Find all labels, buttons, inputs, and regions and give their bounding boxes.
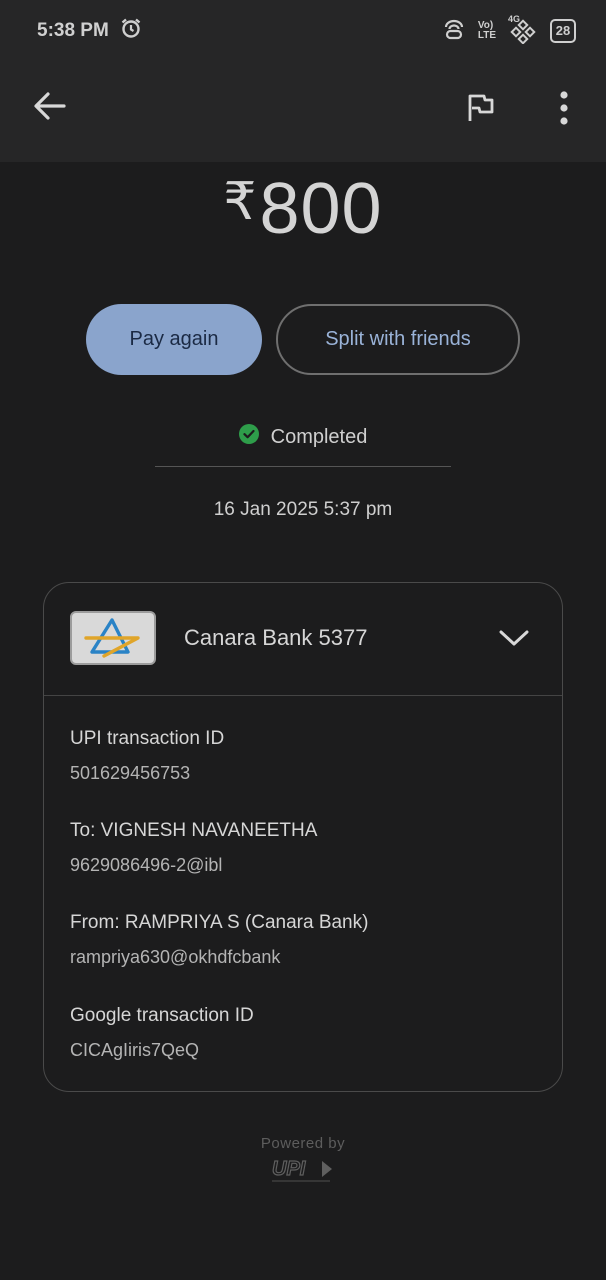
pay-again-button[interactable]: Pay again — [86, 304, 262, 375]
more-vert-icon[interactable] — [550, 88, 578, 128]
detail-google-transaction-id: Google transaction ID CICAgIiris7QeQ — [70, 1005, 254, 1061]
bank-account-header[interactable]: Canara Bank 5377 — [44, 583, 562, 696]
payment-status: Completed — [0, 424, 606, 450]
alarm-icon — [119, 16, 143, 46]
status-left: 5:38 PM — [37, 16, 143, 46]
detail-sender: From: RAMPRIYA S (Canara Bank) rampriya6… — [70, 912, 368, 968]
svg-text:UPI: UPI — [272, 1158, 306, 1180]
detail-label: UPI transaction ID — [70, 728, 225, 749]
volte-icon: Vo) LTE — [478, 21, 496, 41]
divider — [155, 466, 451, 467]
check-circle-icon — [238, 424, 259, 450]
back-arrow-icon[interactable] — [30, 88, 70, 124]
detail-value[interactable]: 9629086496-2@ibl — [70, 855, 317, 876]
transaction-details-card: Canara Bank 5377 UPI transaction ID 5016… — [43, 582, 563, 1092]
powered-by-label: Powered by — [260, 1135, 346, 1152]
hotspot-icon — [442, 17, 466, 46]
signal-icon: 4G — [508, 14, 538, 45]
status-right: Vo) LTE 4G 28 — [442, 14, 576, 46]
app-bar — [0, 62, 606, 162]
upi-logo-icon: UPI — [270, 1156, 340, 1184]
chevron-down-icon[interactable] — [497, 623, 531, 653]
detail-label: From: RAMPRIYA S (Canara Bank) — [70, 912, 369, 933]
network-type-label: 4G — [508, 14, 521, 24]
split-with-friends-button[interactable]: Split with friends — [276, 304, 520, 375]
amount-value: 800 — [259, 169, 383, 249]
detail-value[interactable]: rampriya630@okhdfcbank — [70, 947, 368, 968]
detail-label: To: VIGNESH NAVANEETHA — [70, 820, 318, 841]
status-bar: 5:38 PM Vo) LTE 4G 28 — [0, 0, 606, 62]
detail-value[interactable]: 501629456753 — [70, 763, 224, 784]
detail-label: Google transaction ID — [70, 1005, 254, 1026]
battery-level: 28 — [555, 23, 571, 38]
detail-value[interactable]: CICAgIiris7QeQ — [70, 1040, 254, 1061]
transaction-datetime: 16 Jan 2025 5:37 pm — [213, 499, 393, 520]
bank-name: Canara Bank 5377 — [184, 625, 368, 650]
status-text: Completed — [270, 425, 368, 448]
flag-icon[interactable] — [463, 90, 497, 124]
lte-label: LTE — [477, 30, 496, 41]
canara-bank-logo-icon — [70, 611, 156, 665]
detail-upi-transaction-id: UPI transaction ID 501629456753 — [70, 728, 224, 784]
currency-symbol: ₹ — [223, 173, 258, 231]
status-time: 5:38 PM — [37, 20, 109, 41]
payment-amount: ₹800 — [0, 168, 606, 250]
battery-icon: 28 — [550, 19, 576, 43]
detail-recipient: To: VIGNESH NAVANEETHA 9629086496-2@ibl — [70, 820, 317, 876]
